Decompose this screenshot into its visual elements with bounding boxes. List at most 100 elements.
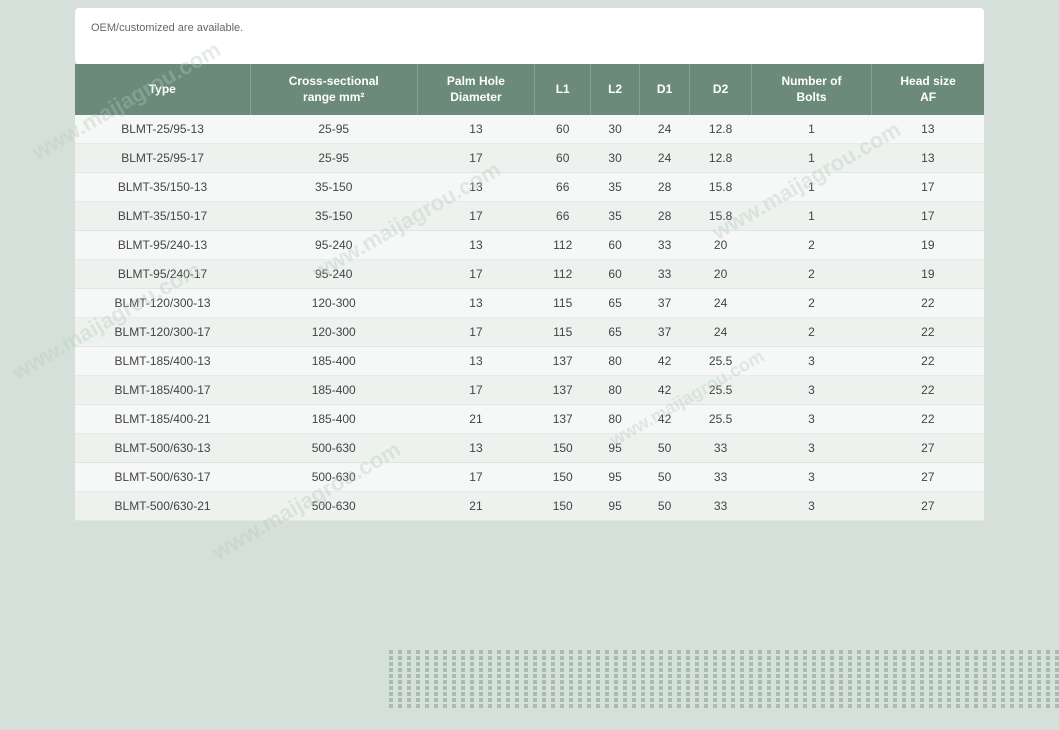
dot <box>605 662 609 666</box>
dot <box>551 650 555 654</box>
dot <box>524 692 528 696</box>
dot <box>479 698 483 702</box>
dot <box>866 662 870 666</box>
cell-head_size: 22 <box>872 405 984 434</box>
dot <box>470 674 474 678</box>
dot <box>425 662 429 666</box>
dot <box>1055 668 1059 672</box>
dot <box>560 704 564 708</box>
cell-num_bolts: 1 <box>751 202 871 231</box>
table-row: BLMT-500/630-13500-63013150955033327 <box>75 434 984 463</box>
dot <box>461 704 465 708</box>
dot <box>893 692 897 696</box>
dot <box>443 698 447 702</box>
dot <box>1028 698 1032 702</box>
dot <box>407 704 411 708</box>
dot <box>407 686 411 690</box>
dot <box>713 674 717 678</box>
cell-num_bolts: 3 <box>751 347 871 376</box>
dot <box>929 668 933 672</box>
dot <box>947 692 951 696</box>
dot <box>983 704 987 708</box>
dot <box>839 692 843 696</box>
dot <box>1010 686 1014 690</box>
table-row: BLMT-185/400-21185-40021137804225.5322 <box>75 405 984 434</box>
dot <box>668 692 672 696</box>
dot <box>389 686 393 690</box>
dot <box>695 698 699 702</box>
dot <box>506 698 510 702</box>
dot <box>542 662 546 666</box>
dot <box>389 662 393 666</box>
dot <box>461 686 465 690</box>
dot <box>857 674 861 678</box>
cell-l2: 95 <box>591 492 639 521</box>
dot <box>461 656 465 660</box>
dot <box>758 650 762 654</box>
cell-d1: 33 <box>639 231 690 260</box>
dot <box>569 650 573 654</box>
cell-type: BLMT-500/630-13 <box>75 434 250 463</box>
cell-palm_hole: 17 <box>417 144 534 173</box>
dot <box>650 650 654 654</box>
dot <box>902 674 906 678</box>
dot <box>488 704 492 708</box>
dot <box>623 656 627 660</box>
dot <box>731 704 735 708</box>
dot <box>578 668 582 672</box>
dot <box>587 680 591 684</box>
dot <box>389 668 393 672</box>
dot <box>1046 692 1050 696</box>
dot <box>884 662 888 666</box>
dot <box>866 656 870 660</box>
table-section: Type Cross-sectionalrange mm² Palm HoleD… <box>75 64 984 521</box>
dot <box>794 668 798 672</box>
dot <box>641 692 645 696</box>
dot <box>551 656 555 660</box>
dot <box>974 656 978 660</box>
dot <box>551 680 555 684</box>
cell-head_size: 27 <box>872 434 984 463</box>
cell-num_bolts: 2 <box>751 318 871 347</box>
dot <box>1019 656 1023 660</box>
dot <box>461 650 465 654</box>
dot <box>416 680 420 684</box>
dot <box>605 656 609 660</box>
dot <box>560 662 564 666</box>
dot <box>839 656 843 660</box>
dot <box>1019 680 1023 684</box>
cell-palm_hole: 17 <box>417 318 534 347</box>
dot <box>452 674 456 678</box>
dot <box>632 674 636 678</box>
cell-cross_section: 35-150 <box>250 202 417 231</box>
cell-head_size: 27 <box>872 463 984 492</box>
dot <box>1010 680 1014 684</box>
dot <box>1010 692 1014 696</box>
dot <box>1028 674 1032 678</box>
dot <box>677 692 681 696</box>
dot <box>965 668 969 672</box>
dot <box>587 656 591 660</box>
cell-head_size: 27 <box>872 492 984 521</box>
cell-type: BLMT-25/95-13 <box>75 115 250 144</box>
dot <box>1037 698 1041 702</box>
dot <box>1028 656 1032 660</box>
dot <box>650 656 654 660</box>
dot <box>434 650 438 654</box>
dot <box>731 680 735 684</box>
dot <box>596 686 600 690</box>
dot <box>659 650 663 654</box>
cell-cross_section: 120-300 <box>250 318 417 347</box>
dot <box>857 692 861 696</box>
dot <box>434 704 438 708</box>
dot <box>515 704 519 708</box>
bottom-dots-decoration <box>379 640 1059 730</box>
dot <box>956 704 960 708</box>
dot <box>605 680 609 684</box>
dot <box>425 704 429 708</box>
table-row: BLMT-185/400-13185-40013137804225.5322 <box>75 347 984 376</box>
dot <box>803 692 807 696</box>
dot <box>776 656 780 660</box>
cell-palm_hole: 13 <box>417 289 534 318</box>
dot <box>398 692 402 696</box>
